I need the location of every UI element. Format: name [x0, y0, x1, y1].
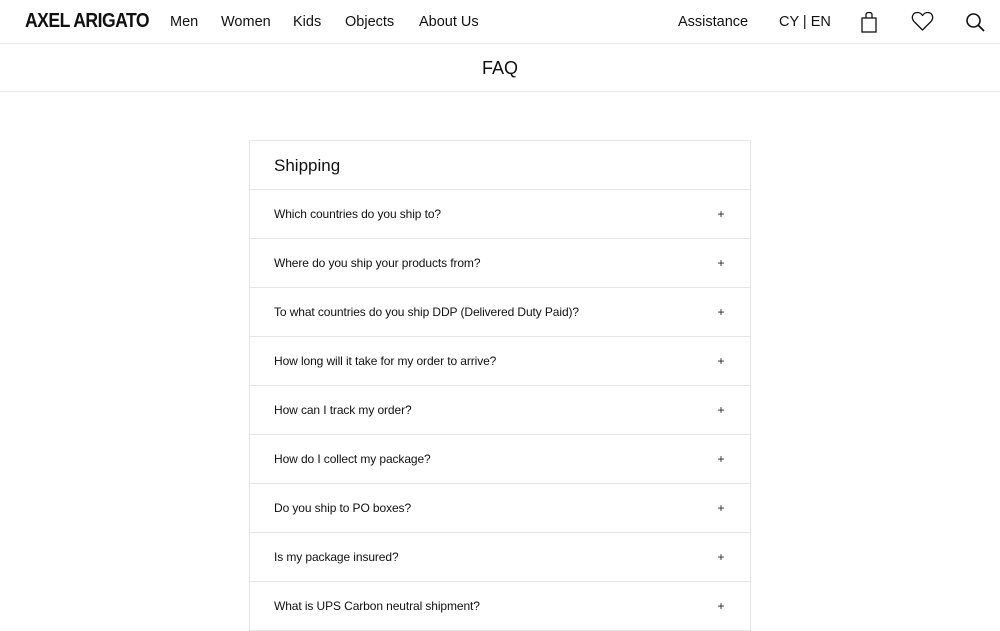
expand-plus-icon[interactable]: + — [716, 501, 726, 515]
nav-assistance[interactable]: Assistance — [678, 14, 748, 30]
page-title-bar: FAQ — [0, 44, 1000, 92]
faq-item[interactable]: Is my package insured? + — [250, 533, 750, 582]
faq-question: To what countries do you ship DDP (Deliv… — [274, 305, 579, 319]
faq-question: Do you ship to PO boxes? — [274, 501, 412, 515]
heart-icon[interactable] — [911, 11, 934, 32]
expand-plus-icon[interactable]: + — [716, 599, 726, 613]
expand-plus-icon[interactable]: + — [716, 354, 726, 368]
expand-plus-icon[interactable]: + — [716, 207, 726, 221]
nav-objects[interactable]: Objects — [345, 14, 394, 30]
site-header: AXEL ARIGATO Men Women Kids Objects Abou… — [0, 0, 1000, 44]
faq-section-title: Shipping — [250, 141, 750, 190]
brand-logo[interactable]: AXEL ARIGATO — [25, 10, 150, 33]
faq-question: How can I track my order? — [274, 403, 412, 417]
shopping-bag-icon[interactable] — [860, 11, 878, 33]
faq-item[interactable]: To what countries do you ship DDP (Deliv… — [250, 288, 750, 337]
faq-item[interactable]: How can I track my order? + — [250, 386, 750, 435]
faq-question: How long will it take for my order to ar… — [274, 354, 497, 368]
faq-item[interactable]: Which countries do you ship to? + — [250, 190, 750, 239]
faq-question: How do I collect my package? — [274, 452, 431, 466]
faq-item[interactable]: Do you ship to PO boxes? + — [250, 484, 750, 533]
faq-question: Where do you ship your products from? — [274, 256, 481, 270]
expand-plus-icon[interactable]: + — [716, 403, 726, 417]
nav-about-us[interactable]: About Us — [419, 14, 479, 30]
faq-item[interactable]: How long will it take for my order to ar… — [250, 337, 750, 386]
faq-question: Is my package insured? — [274, 550, 399, 564]
faq-question: What is UPS Carbon neutral shipment? — [274, 599, 480, 613]
expand-plus-icon[interactable]: + — [716, 305, 726, 319]
faq-question: Which countries do you ship to? — [274, 207, 441, 221]
nav-men[interactable]: Men — [170, 14, 198, 30]
expand-plus-icon[interactable]: + — [716, 452, 726, 466]
faq-item[interactable]: Where do you ship your products from? + — [250, 239, 750, 288]
nav-women[interactable]: Women — [221, 14, 271, 30]
language-selector[interactable]: CY | EN — [779, 14, 831, 30]
expand-plus-icon[interactable]: + — [716, 550, 726, 564]
faq-item[interactable]: How do I collect my package? + — [250, 435, 750, 484]
search-icon[interactable] — [965, 12, 986, 33]
faq-section-shipping: Shipping Which countries do you ship to?… — [249, 140, 751, 631]
faq-item[interactable]: What is UPS Carbon neutral shipment? + — [250, 582, 750, 631]
nav-kids[interactable]: Kids — [293, 14, 321, 30]
page-title: FAQ — [481, 58, 518, 78]
expand-plus-icon[interactable]: + — [716, 256, 726, 270]
